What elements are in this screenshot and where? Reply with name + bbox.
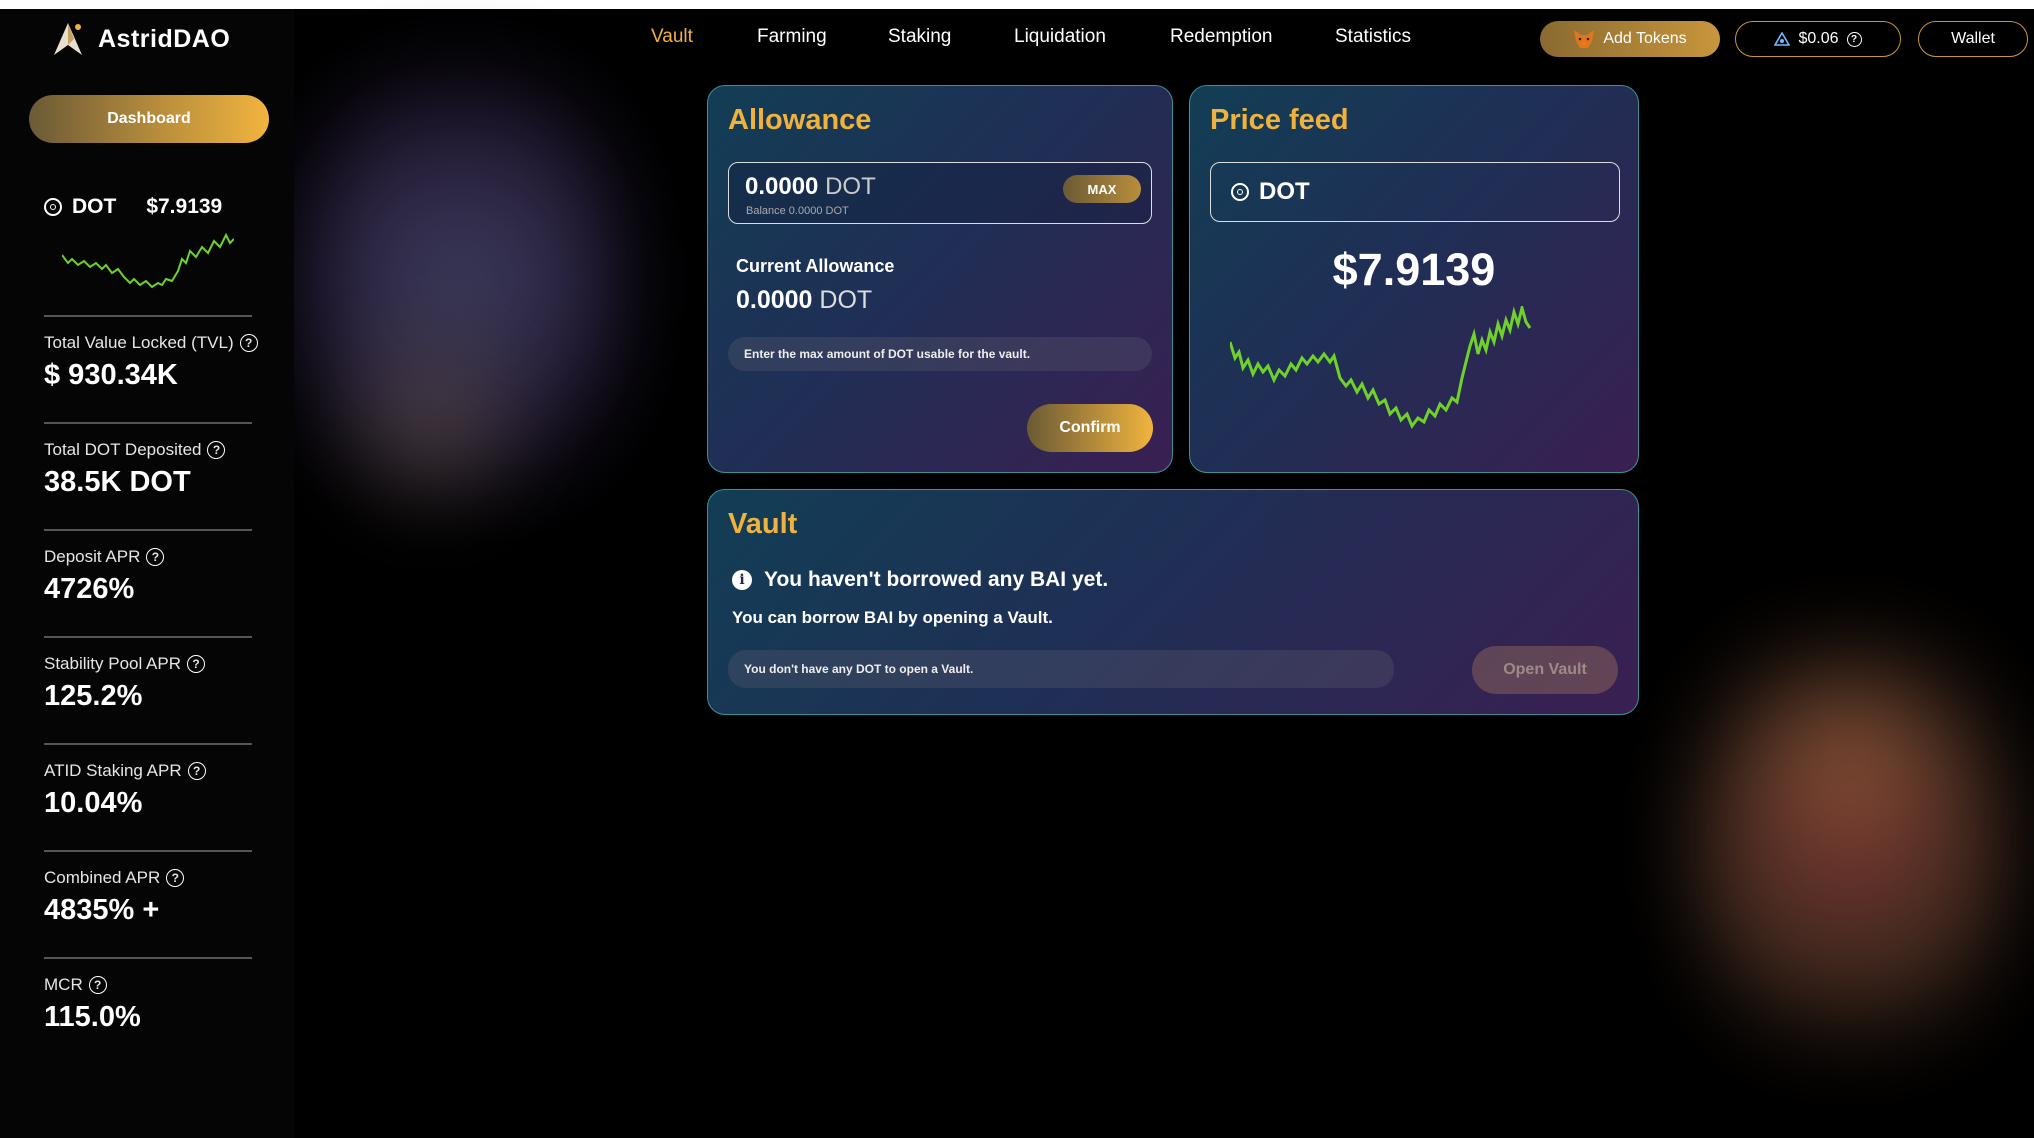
stat-label: MCR?	[44, 975, 107, 995]
question-icon[interactable]: ?	[207, 441, 226, 459]
nav-staking[interactable]: Staking	[888, 26, 951, 48]
stat-value: 38.5K DOT	[44, 466, 191, 498]
top-strip	[0, 0, 2034, 9]
vault-notice: i You haven't borrowed any BAI yet.	[732, 568, 1108, 592]
token-price-button[interactable]: $0.06 ?	[1735, 21, 1901, 57]
token-symbol: DOT	[72, 195, 117, 218]
nav-farming[interactable]: Farming	[757, 26, 827, 48]
question-icon[interactable]: ?	[88, 976, 107, 994]
stat-value: 10.04%	[44, 787, 143, 819]
stat-label: Combined APR?	[44, 868, 185, 888]
notice-text: You haven't borrowed any BAI yet.	[764, 568, 1109, 591]
allowance-hint: Enter the max amount of DOT usable for t…	[728, 337, 1152, 371]
divider	[44, 529, 252, 531]
app-logo[interactable]: AstridDAO	[48, 19, 230, 59]
price-history-chart	[1230, 306, 1532, 429]
current-allowance-label: Current Allowance	[736, 256, 895, 276]
background-blob	[1690, 580, 2010, 1100]
price-feed-card: Price feed DOT $7.9139	[1189, 85, 1639, 473]
balance-text: Balance 0.0000 DOT	[746, 205, 849, 217]
stat-label: Deposit APR?	[44, 547, 165, 567]
stat-label: Stability Pool APR?	[44, 654, 206, 674]
vault-card: Vault i You haven't borrowed any BAI yet…	[707, 489, 1639, 715]
allowance-card: Allowance 0.0000 DOT Balance 0.0000 DOT …	[707, 85, 1173, 473]
open-vault-button[interactable]: Open Vault	[1472, 646, 1618, 694]
sidebar: AstridDAO Dashboard DOT $7.9139 Total Va…	[0, 9, 294, 1138]
divider	[44, 422, 252, 424]
question-icon[interactable]: ?	[187, 655, 206, 673]
question-icon[interactable]: ?	[1846, 31, 1862, 47]
add-tokens-button[interactable]: Add Tokens	[1540, 21, 1720, 57]
max-button[interactable]: MAX	[1063, 175, 1141, 203]
stat-value: 125.2%	[44, 680, 143, 712]
price-feed-title: Price feed	[1210, 104, 1349, 136]
info-icon: i	[732, 570, 752, 590]
stat-label: Total Value Locked (TVL)?	[44, 333, 258, 353]
metamask-fox-icon	[1574, 30, 1595, 48]
allowance-amount-input[interactable]: 0.0000 DOT Balance 0.0000 DOT MAX	[728, 162, 1152, 224]
background-blob	[330, 300, 530, 540]
selected-token: DOT	[1259, 178, 1310, 205]
question-icon[interactable]: ?	[187, 762, 206, 780]
stat-value: $ 930.34K	[44, 359, 178, 391]
stat-value: 115.0%	[44, 1001, 141, 1033]
dot-token-icon	[1231, 183, 1249, 201]
app-name: AstridDAO	[98, 24, 231, 53]
divider	[44, 315, 252, 317]
vault-title: Vault	[728, 508, 798, 540]
background-blob	[300, 20, 620, 540]
divider	[44, 850, 252, 852]
astar-icon	[1774, 32, 1791, 46]
dot-token-icon	[44, 198, 62, 216]
nav-statistics[interactable]: Statistics	[1335, 26, 1411, 48]
token-price-row: DOT $7.9139	[44, 195, 222, 219]
stat-value: 4835% +	[44, 894, 160, 926]
stat-value: 4726%	[44, 573, 135, 605]
divider	[44, 636, 252, 638]
astrid-logo-icon	[54, 23, 82, 55]
confirm-button[interactable]: Confirm	[1027, 404, 1153, 452]
stat-label: ATID Staking APR?	[44, 761, 206, 781]
wallet-button[interactable]: Wallet	[1918, 21, 2028, 57]
add-tokens-label: Add Tokens	[1603, 30, 1687, 47]
current-price: $7.9139	[1332, 244, 1496, 295]
mini-price-chart	[62, 233, 234, 289]
divider	[44, 743, 252, 745]
token-price: $7.9139	[146, 195, 223, 218]
nav-redemption[interactable]: Redemption	[1170, 26, 1272, 48]
divider	[44, 957, 252, 959]
notice-subtext: You can borrow BAI by opening a Vault.	[732, 608, 1053, 627]
question-icon[interactable]: ?	[146, 548, 165, 566]
stat-label: Total DOT Deposited?	[44, 440, 226, 460]
token-select[interactable]: DOT	[1210, 162, 1620, 222]
allowance-title: Allowance	[728, 104, 872, 136]
current-allowance-value: 0.0000 DOT	[736, 286, 873, 314]
question-icon[interactable]: ?	[166, 869, 185, 887]
dashboard-button[interactable]: Dashboard	[29, 95, 269, 143]
nav-vault[interactable]: Vault	[651, 26, 693, 48]
background-blob	[1760, 640, 1940, 900]
vault-hint: You don't have any DOT to open a Vault.	[728, 650, 1394, 688]
question-icon[interactable]: ?	[239, 334, 258, 352]
token-price-label: $0.06	[1798, 30, 1839, 47]
nav-liquidation[interactable]: Liquidation	[1014, 26, 1106, 48]
amount-value: 0.0000 DOT	[745, 173, 876, 200]
